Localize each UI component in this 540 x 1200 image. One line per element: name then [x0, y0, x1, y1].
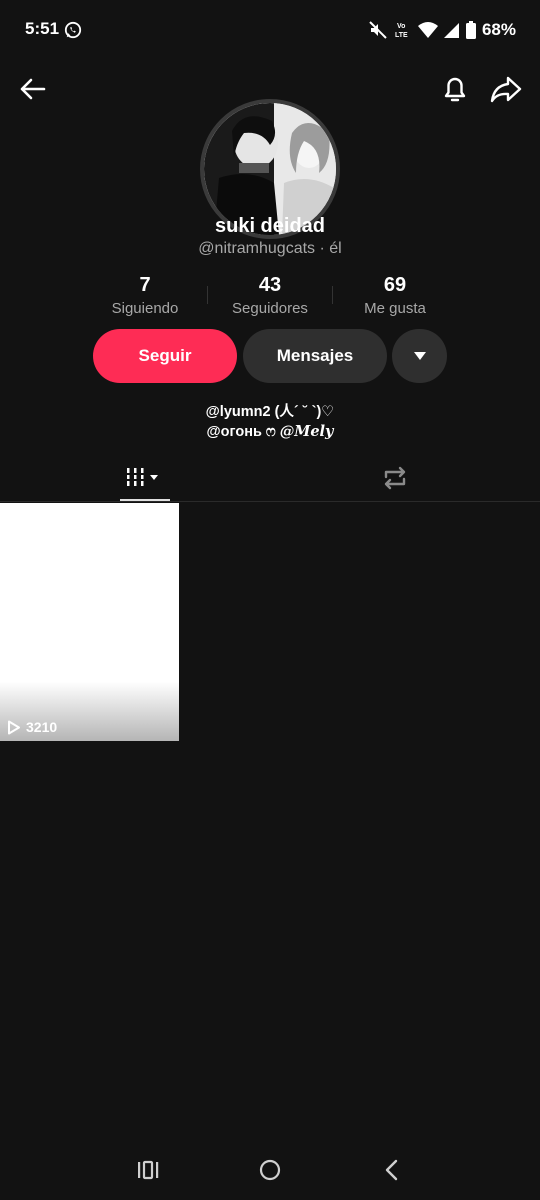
- home-button[interactable]: [250, 1155, 290, 1185]
- stat-followers[interactable]: 43 Seguidores: [210, 274, 330, 317]
- home-icon: [259, 1159, 281, 1181]
- message-button[interactable]: Mensajes: [243, 329, 387, 383]
- caret-down-icon: [413, 352, 426, 360]
- battery-icon: [465, 21, 476, 39]
- back-arrow-icon[interactable]: [14, 70, 52, 108]
- more-options-button[interactable]: [392, 329, 447, 383]
- bio-mention-script[interactable]: @Mely: [280, 423, 334, 440]
- back-icon: [385, 1159, 398, 1181]
- svg-text:LTE: LTE: [395, 32, 408, 39]
- display-name: suki deidad: [214, 215, 326, 237]
- following-count: 7: [139, 274, 151, 296]
- likes-label: Me gusta: [364, 300, 426, 317]
- grid-icon: [125, 468, 158, 486]
- tab-videos[interactable]: [0, 455, 290, 501]
- status-time: 5:51: [25, 19, 60, 38]
- view-count: 3210: [7, 719, 57, 735]
- username-handle: @nitramhugcats · él: [198, 240, 342, 257]
- followers-count: 43: [258, 274, 282, 296]
- battery-percent: 68%: [481, 20, 516, 39]
- bio-line-1: @lyumn2 (人´ ˘ `)♡: [205, 404, 335, 420]
- bell-icon[interactable]: [436, 70, 474, 108]
- tab-divider: [0, 501, 540, 502]
- bio-line-2: @огонь ෆ @Mely: [0, 423, 540, 440]
- recents-icon: [138, 1160, 159, 1180]
- stat-following[interactable]: 7 Siguiendo: [85, 274, 205, 317]
- repost-icon: [384, 466, 406, 490]
- svg-text:Vo: Vo: [397, 23, 405, 30]
- mute-icon: [369, 21, 387, 39]
- status-bar: 5:51 Vo LTE 68%: [0, 0, 540, 60]
- signal-icon: [443, 23, 459, 38]
- profile-screen: 5:51 Vo LTE 68% suki deidad @nitramhugca…: [0, 0, 540, 1200]
- followers-label: Seguidores: [232, 300, 308, 317]
- stat-divider: [332, 286, 333, 304]
- whatsapp-icon: [64, 21, 82, 39]
- system-back-button[interactable]: [372, 1155, 412, 1185]
- bio-mention[interactable]: @огонь ෆ: [207, 424, 280, 440]
- status-icons: Vo LTE 68%: [368, 19, 516, 41]
- likes-count: 69: [383, 274, 407, 296]
- follow-button[interactable]: Seguir: [93, 329, 237, 383]
- stat-likes[interactable]: 69 Me gusta: [335, 274, 455, 317]
- share-icon[interactable]: [486, 70, 526, 108]
- volte-icon: Vo LTE: [395, 23, 408, 39]
- video-thumbnail[interactable]: 3210: [0, 503, 179, 741]
- wifi-icon: [417, 22, 438, 38]
- play-icon: [8, 720, 20, 734]
- following-label: Siguiendo: [111, 300, 179, 317]
- stat-divider: [207, 286, 208, 304]
- recents-button[interactable]: [128, 1155, 168, 1185]
- view-count-text: 3210: [26, 719, 58, 735]
- tab-reposts[interactable]: [250, 455, 540, 501]
